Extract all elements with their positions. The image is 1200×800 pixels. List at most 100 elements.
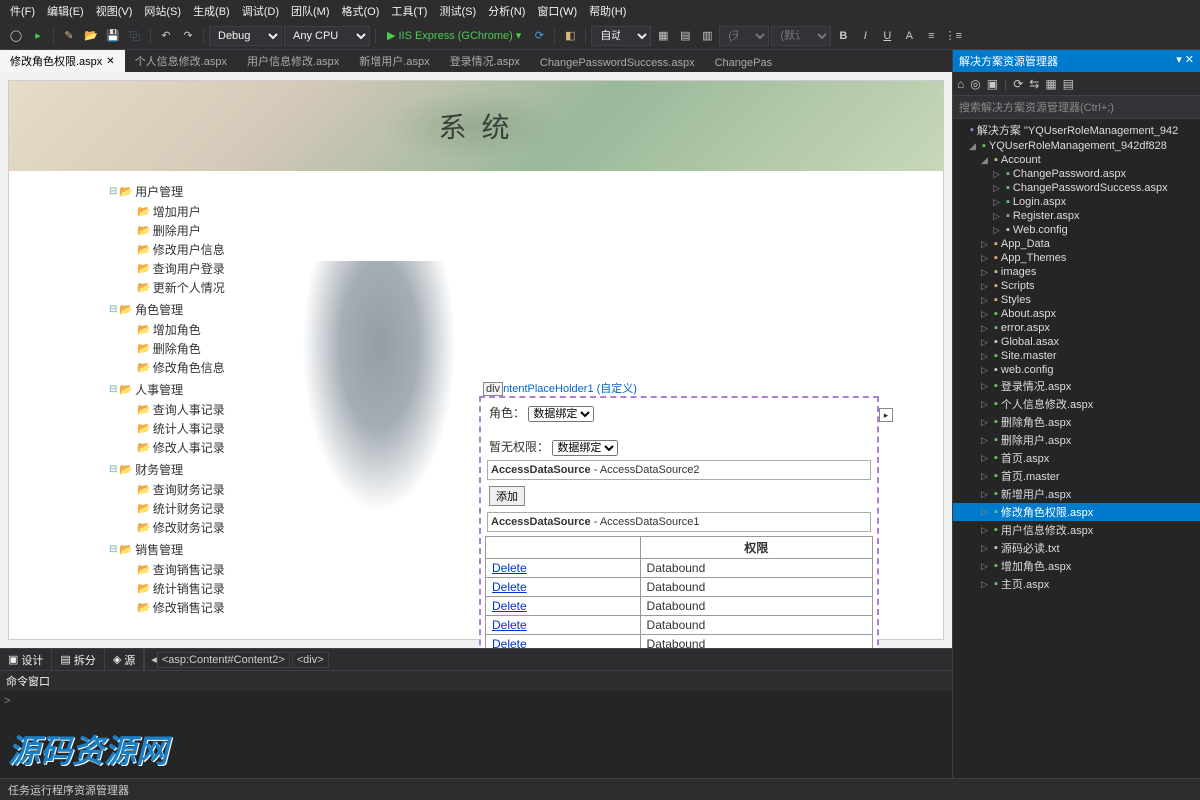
content-placeholder[interactable]: divntentPlaceHolder1 (自定义) ▸ 角色： 数据绑定 暂无… <box>479 396 879 648</box>
nav-item[interactable]: 📂 统计财务记录 <box>109 499 269 518</box>
menu-item[interactable]: 分析(N) <box>482 3 531 19</box>
delete-link[interactable]: Delete <box>492 561 527 575</box>
tree-node[interactable]: ▷▪ 修改角色权限.aspx <box>953 503 1200 521</box>
platform-select[interactable]: Any CPU <box>284 26 370 46</box>
panel-menu-icon[interactable]: ▾ ✕ <box>1176 53 1194 69</box>
nav-group-header[interactable]: ⊟ 📂 销售管理 <box>109 539 269 560</box>
tree-node[interactable]: ▷▪ images <box>953 265 1200 279</box>
menu-item[interactable]: 视图(V) <box>90 3 139 19</box>
preview-icon[interactable]: ▤ <box>1063 77 1074 91</box>
nav-item[interactable]: 📂 统计销售记录 <box>109 579 269 598</box>
align3-icon[interactable]: ▥ <box>697 26 717 46</box>
command-prompt[interactable]: > <box>0 691 952 711</box>
nav-item[interactable]: 📂 修改财务记录 <box>109 518 269 537</box>
delete-link[interactable]: Delete <box>492 637 527 648</box>
nav-item[interactable]: 📂 增加用户 <box>109 202 269 221</box>
tree-node[interactable]: ▷▪ 源码必读.txt <box>953 539 1200 557</box>
redo-icon[interactable]: ↷ <box>178 26 198 46</box>
align2-icon[interactable]: ▤ <box>675 26 695 46</box>
italic-icon[interactable]: I <box>855 26 875 46</box>
nav-group-header[interactable]: ⊟ 📂 角色管理 <box>109 299 269 320</box>
properties-icon[interactable]: ▦ <box>1045 77 1056 91</box>
tree-node[interactable]: ▷▪ App_Data <box>953 237 1200 251</box>
bold-icon[interactable]: B <box>833 26 853 46</box>
tree-node[interactable]: ▷▪ error.aspx <box>953 321 1200 335</box>
add-button[interactable]: 添加 <box>489 486 525 506</box>
config-select[interactable]: Debug <box>209 26 282 46</box>
solution-search[interactable]: 搜索解决方案资源管理器(Ctrl+;) <box>953 96 1200 119</box>
datasource-1[interactable]: AccessDataSource - AccessDataSource1 <box>487 512 871 532</box>
forward-icon[interactable]: ▸ <box>28 26 48 46</box>
open-icon[interactable]: 📂 <box>81 26 101 46</box>
nav-group-header[interactable]: ⊟ 📂 人事管理 <box>109 379 269 400</box>
permissions-table[interactable]: 权限 DeleteDataboundDeleteDataboundDeleteD… <box>485 536 873 648</box>
sync-icon[interactable]: ⇆ <box>1029 77 1039 91</box>
nav-item[interactable]: 📂 查询人事记录 <box>109 400 269 419</box>
tree-node[interactable]: ▷▪ web.config <box>953 363 1200 377</box>
underline-icon[interactable]: U <box>877 26 897 46</box>
tab-source[interactable]: ◈ 源 <box>105 649 144 671</box>
home-icon[interactable]: ⌂ <box>957 77 964 91</box>
nav-item[interactable]: 📂 删除用户 <box>109 221 269 240</box>
tree-node[interactable]: ◢▪ YQUserRoleManagement_942df828 <box>953 139 1200 153</box>
tree-node[interactable]: ▷▪ 个人信息修改.aspx <box>953 395 1200 413</box>
nav-item[interactable]: 📂 修改销售记录 <box>109 598 269 617</box>
refresh-icon[interactable]: ⟳ <box>529 26 549 46</box>
menu-item[interactable]: 网站(S) <box>138 3 187 19</box>
tree-node[interactable]: ▷▪ 用户信息修改.aspx <box>953 521 1200 539</box>
align-left-icon[interactable]: ≡ <box>921 26 941 46</box>
datasource-2[interactable]: AccessDataSource - AccessDataSource2 <box>487 460 871 480</box>
tree-node[interactable]: ◢▪ Account <box>953 153 1200 167</box>
tree-node[interactable]: ▷▪ 主页.aspx <box>953 575 1200 593</box>
nav-group-header[interactable]: ⊟ 📂 财务管理 <box>109 459 269 480</box>
document-tab[interactable]: ChangePas <box>705 54 783 72</box>
tree-node[interactable]: ▷▪ Scripts <box>953 279 1200 293</box>
design-surface[interactable]: 系 统 ⊟ 📂 用户管理📂 增加用户📂 删除用户📂 修改用户信息📂 查询用户登录… <box>0 72 952 648</box>
delete-link[interactable]: Delete <box>492 618 527 632</box>
nav-item[interactable]: 📂 增加角色 <box>109 320 269 339</box>
document-tab[interactable]: 修改角色权限.aspx ✕ <box>0 50 125 72</box>
menu-item[interactable]: 编辑(E) <box>41 3 90 19</box>
run-button[interactable]: ▶ IIS Express (GChrome) ▾ <box>381 29 527 42</box>
auto-select[interactable]: 自动 <box>591 26 651 46</box>
save-icon[interactable]: 💾 <box>103 26 123 46</box>
tree-node[interactable]: ▷▪ Login.aspx <box>953 195 1200 209</box>
tree-node[interactable]: ▷▪ Global.asax <box>953 335 1200 349</box>
show-all-icon[interactable]: ▣ <box>987 77 998 91</box>
tab-design[interactable]: ▣ 设计 <box>0 649 52 671</box>
tree-node[interactable]: ▷▪ App_Themes <box>953 251 1200 265</box>
tag-breadcrumb[interactable]: ◂ <asp:Content#Content2><div> <box>144 649 952 670</box>
document-tab[interactable]: ChangePasswordSuccess.aspx <box>530 54 705 72</box>
tab-split[interactable]: ▤ 拆分 <box>52 649 104 671</box>
tree-node[interactable]: ▷▪ 首页.master <box>953 467 1200 485</box>
zoom-select[interactable]: (默认大 <box>771 26 831 46</box>
tree-node[interactable]: ▷▪ 增加角色.aspx <box>953 557 1200 575</box>
delete-link[interactable]: Delete <box>492 599 527 613</box>
delete-link[interactable]: Delete <box>492 580 527 594</box>
nav-item[interactable]: 📂 修改角色信息 <box>109 358 269 377</box>
tree-node[interactable]: ▷▪ 新增用户.aspx <box>953 485 1200 503</box>
menu-item[interactable]: 帮助(H) <box>583 3 632 19</box>
tree-node[interactable]: ▷▪ Web.config <box>953 223 1200 237</box>
nav-item[interactable]: 📂 查询用户登录 <box>109 259 269 278</box>
tree-node[interactable]: ▷▪ Register.aspx <box>953 209 1200 223</box>
new-icon[interactable]: ✎ <box>59 26 79 46</box>
menu-item[interactable]: 团队(M) <box>285 3 336 19</box>
color-icon[interactable]: A <box>899 26 919 46</box>
panel-arrow-right-icon[interactable]: ▸ <box>879 408 893 422</box>
undo-icon[interactable]: ↶ <box>156 26 176 46</box>
tree-node[interactable]: ▷▪ 删除用户.aspx <box>953 431 1200 449</box>
nav-item[interactable]: 📂 查询销售记录 <box>109 560 269 579</box>
menu-item[interactable]: 调试(D) <box>236 3 285 19</box>
collapse-icon[interactable]: ◎ <box>970 77 980 91</box>
menu-item[interactable]: 生成(B) <box>187 3 236 19</box>
nav-item[interactable]: 📂 删除角色 <box>109 339 269 358</box>
document-tab[interactable]: 用户信息修改.aspx <box>237 50 349 72</box>
menu-item[interactable]: 工具(T) <box>385 3 433 19</box>
refresh-tree-icon[interactable]: ⟳ <box>1013 77 1023 91</box>
tree-node[interactable]: ▷▪ 首页.aspx <box>953 449 1200 467</box>
menu-item[interactable]: 测试(S) <box>433 3 482 19</box>
solution-tree[interactable]: ▪ 解决方案 "YQUserRoleManagement_942◢▪ YQUse… <box>953 119 1200 800</box>
tree-node[interactable]: ▷▪ Site.master <box>953 349 1200 363</box>
tree-node[interactable]: ▷▪ 登录情况.aspx <box>953 377 1200 395</box>
